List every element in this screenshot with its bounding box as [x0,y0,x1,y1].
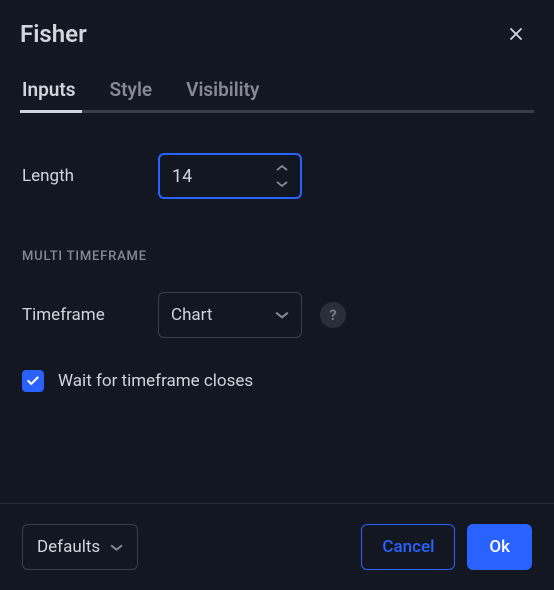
length-input-wrap[interactable] [158,153,302,199]
wait-checkbox-row[interactable]: Wait for timeframe closes [22,370,532,392]
dialog-header: Fisher [0,0,554,60]
footer-actions: Cancel Ok [361,524,532,570]
wait-checkbox[interactable] [22,370,44,392]
defaults-button[interactable]: Defaults [22,524,138,570]
close-icon [505,23,527,45]
timeframe-value: Chart [171,305,212,325]
timeframe-select[interactable]: Chart [158,292,302,338]
tab-visibility[interactable]: Visibility [186,78,259,113]
check-icon [26,374,40,388]
question-icon: ? [329,306,336,324]
close-button[interactable] [498,16,534,52]
tab-style[interactable]: Style [110,78,153,113]
ok-button[interactable]: Ok [467,524,532,570]
timeframe-row: Timeframe Chart ? [22,292,532,338]
length-step-up[interactable] [270,160,294,176]
chevron-down-icon [275,310,289,320]
length-stepper [270,155,294,197]
chevron-down-icon [276,180,288,188]
length-row: Length [22,153,532,199]
settings-dialog: Fisher Inputs Style Visibility Length [0,0,554,590]
help-button[interactable]: ? [320,302,346,328]
dialog-content: Length MULTI TIMEFRAME Timeframe Chart [0,113,554,503]
length-label: Length [22,166,158,186]
timeframe-label: Timeframe [22,305,158,325]
tabs-bar: Inputs Style Visibility [0,60,554,113]
length-step-down[interactable] [270,176,294,192]
length-input[interactable] [160,155,260,197]
cancel-button[interactable]: Cancel [361,524,455,570]
tab-inputs[interactable]: Inputs [22,78,76,113]
dialog-footer: Defaults Cancel Ok [0,503,554,590]
chevron-up-icon [276,164,288,172]
wait-checkbox-label: Wait for timeframe closes [58,371,253,391]
defaults-label: Defaults [37,537,100,557]
dialog-title: Fisher [20,20,87,48]
tab-underline [20,110,534,113]
tab-underline-active [20,110,82,113]
chevron-down-icon [110,543,123,552]
multi-timeframe-header: MULTI TIMEFRAME [22,249,532,264]
